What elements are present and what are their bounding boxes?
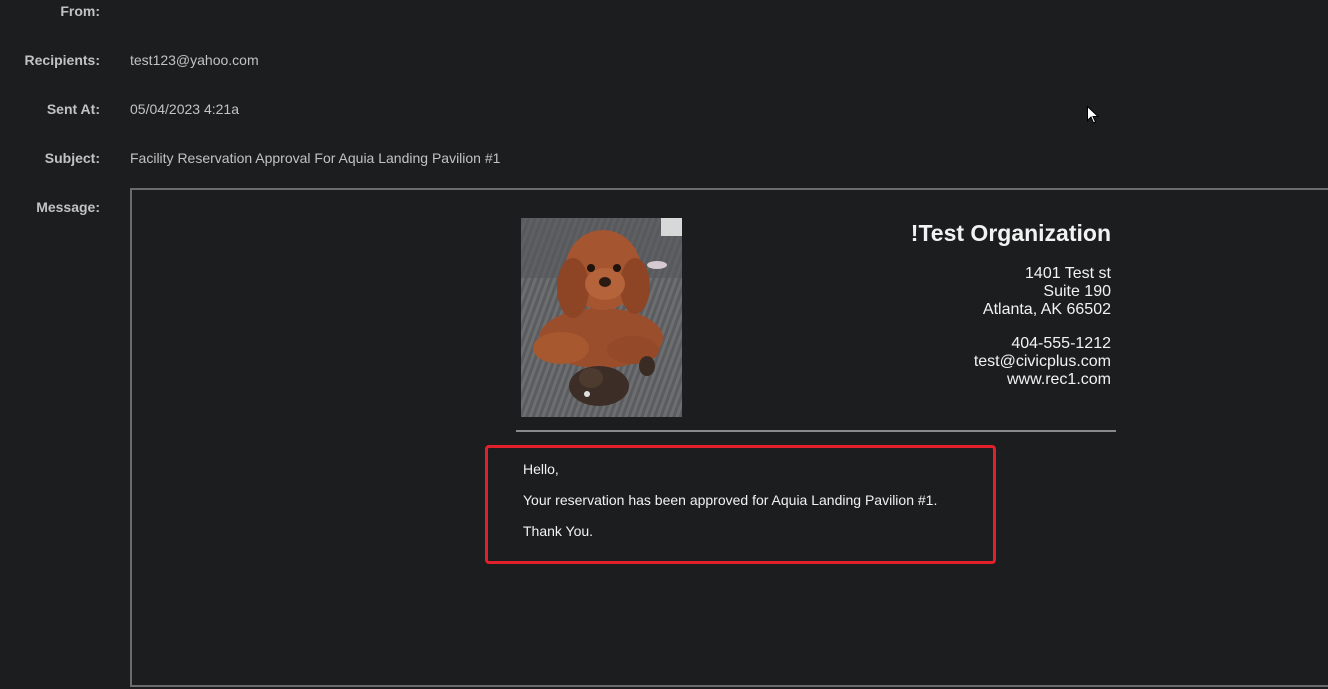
mouse-cursor-icon	[1087, 105, 1100, 124]
subject-row: Subject: Facility Reservation Approval F…	[0, 148, 1328, 168]
message-frame[interactable]	[130, 188, 1328, 687]
contact-email-link[interactable]: test@civicplus.com	[974, 353, 1111, 371]
phone-number: 404-555-1212	[1011, 335, 1111, 352]
address-line-2: Suite 190	[1043, 283, 1111, 300]
recipients-row: Recipients: test123@yahoo.com	[0, 50, 1328, 70]
message-greeting: Hello,	[523, 461, 559, 477]
address-line-1: 1401 Test st	[1025, 265, 1111, 282]
organization-name: !Test Organization	[910, 220, 1111, 246]
sent-at-label: Sent At:	[46, 101, 100, 117]
message-text: Your reservation has been approved for A…	[523, 492, 938, 508]
divider	[516, 430, 1116, 432]
subject-value: Facility Reservation Approval For Aquia …	[130, 150, 501, 166]
from-label: From:	[60, 3, 100, 19]
recipients-value: test123@yahoo.com	[130, 52, 259, 68]
dog-photo	[521, 218, 682, 417]
address-line-3: Atlanta, AK 66502	[982, 301, 1111, 318]
message-label: Message:	[36, 199, 100, 215]
message-closing: Thank You.	[523, 523, 594, 539]
recipients-label: Recipients:	[24, 52, 100, 68]
sent-at-row: Sent At: 05/04/2023 4:21a	[0, 99, 1328, 119]
from-row: From:	[0, 1, 1328, 21]
subject-label: Subject:	[44, 150, 100, 166]
sent-at-value: 05/04/2023 4:21a	[130, 101, 239, 117]
website-link[interactable]: www.rec1.com	[1007, 371, 1111, 389]
